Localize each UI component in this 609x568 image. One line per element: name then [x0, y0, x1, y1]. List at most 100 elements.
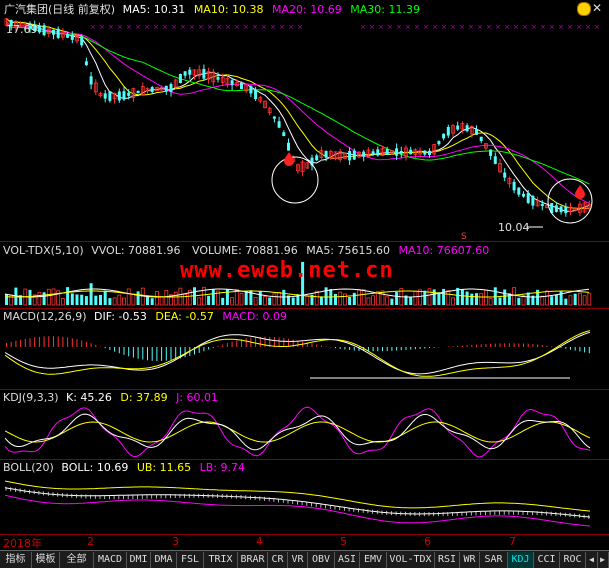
volume-bar	[150, 298, 154, 305]
tab-vol-tdx[interactable]: VOL-TDX	[387, 552, 435, 568]
candle-body	[254, 89, 258, 100]
tab-rsi[interactable]: RSI	[435, 552, 460, 568]
volume-bar	[154, 290, 159, 306]
signal-x-mark: ×	[126, 23, 132, 31]
volume-bar	[75, 294, 79, 305]
tab-dmi[interactable]: DMI	[127, 552, 151, 568]
signal-x-mark: ×	[459, 23, 465, 31]
signal-s-marker: S	[461, 232, 467, 240]
signal-x-mark: ×	[585, 23, 591, 31]
volume-bar	[89, 283, 93, 305]
candle-body	[564, 206, 568, 214]
tab-asi[interactable]: ASI	[335, 552, 360, 568]
tab-wr[interactable]: WR	[460, 552, 480, 568]
signal-x-mark: ×	[153, 23, 159, 31]
volume-bar	[385, 296, 390, 306]
volume-bar	[479, 292, 484, 306]
candle-body	[52, 29, 55, 35]
candle-body	[376, 149, 380, 156]
macd-dif-line	[4, 331, 591, 375]
candle-body	[493, 156, 497, 164]
macd-indicator-name[interactable]: MACD(12,26,9)	[3, 310, 87, 323]
close-icon[interactable]: ✕	[592, 1, 602, 15]
tab-cr[interactable]: CR	[268, 552, 288, 568]
signal-x-mark: ×	[396, 23, 402, 31]
signal-x-mark: ×	[522, 23, 528, 31]
ma30-value: MA30: 11.39	[350, 3, 420, 16]
volume-bar	[99, 294, 102, 305]
volume-bar	[230, 297, 235, 306]
tab-dma[interactable]: DMA	[151, 552, 177, 568]
boll-indicator-name[interactable]: BOLL(20)	[3, 461, 54, 474]
volume-bar	[573, 293, 577, 305]
volume-bar	[51, 288, 56, 306]
signal-x-mark: ×	[207, 23, 213, 31]
signal-x-mark: ×	[540, 23, 546, 31]
volume-bar	[314, 290, 319, 306]
signal-x-mark: ×	[198, 23, 204, 31]
volume-bar	[550, 296, 554, 305]
signal-x-mark: ×	[171, 23, 177, 31]
tab-sar[interactable]: SAR	[480, 552, 508, 568]
macd-chart[interactable]	[0, 325, 609, 388]
volume-bar	[334, 293, 337, 305]
boll-value: BOLL: 10.69	[61, 461, 129, 474]
volume-bar	[66, 287, 70, 305]
candle-body	[409, 149, 413, 155]
tab-brar[interactable]: BRAR	[238, 552, 268, 568]
candle-body	[37, 25, 41, 33]
tab-macd[interactable]: MACD	[94, 552, 127, 568]
signal-x-mark: ×	[432, 23, 438, 31]
options-circle-icon[interactable]	[577, 2, 591, 16]
tab-emv[interactable]: EMV	[360, 552, 387, 568]
candlestick-chart[interactable]: × × × × × × × × × × × × × × × × × × × × × × × × × × × × × × × × × × × × × × × ×…	[0, 18, 609, 240]
volume-indicator-name[interactable]: VOL-TDX(5,10)	[3, 244, 84, 257]
signal-x-mark: ×	[369, 23, 375, 31]
volume-bar	[277, 291, 282, 306]
tab-cci[interactable]: CCI	[534, 552, 560, 568]
volume-bar	[338, 291, 343, 306]
candle-body	[442, 133, 446, 139]
signal-x-mark: ×	[360, 23, 366, 31]
tab-trix[interactable]: TRIX	[204, 552, 238, 568]
candle-body	[287, 142, 290, 151]
tab-vr[interactable]: VR	[288, 552, 308, 568]
signal-x-mark: ×	[234, 23, 240, 31]
boll-chart[interactable]	[0, 476, 609, 533]
indicator-toolbar: 指标 模板 全部 MACD DMI DMA FSL TRIX BRAR CR V…	[0, 550, 609, 568]
candle-body	[127, 92, 131, 96]
tab-template[interactable]: 模板	[32, 552, 60, 568]
candle-body	[108, 91, 112, 101]
volume-bar	[272, 293, 277, 306]
tab-scroll-right-icon[interactable]: ▶	[597, 552, 609, 568]
tab-roc[interactable]: ROC	[560, 552, 586, 568]
volume-bar	[526, 292, 530, 305]
tab-kdj[interactable]: KDJ	[508, 552, 534, 568]
volume-bar	[291, 297, 295, 305]
candle-body	[216, 77, 220, 80]
volume-bar	[253, 296, 258, 306]
kdj-j-line	[4, 406, 591, 458]
tab-all[interactable]: 全部	[60, 552, 94, 568]
volume-bar	[442, 288, 446, 305]
boll-ub-value: UB: 11.65	[136, 461, 192, 474]
time-label: 7	[509, 535, 516, 548]
volume-bar	[578, 292, 582, 306]
tab-fsl[interactable]: FSL	[177, 552, 204, 568]
volume-bar	[366, 297, 371, 306]
candle-body	[456, 125, 460, 130]
candle-body	[479, 136, 483, 142]
candle-body	[150, 87, 154, 92]
tab-obv[interactable]: OBV	[308, 552, 335, 568]
volume-bar	[451, 297, 455, 306]
volume-bar	[357, 288, 361, 306]
vvol-value: VVOL: 70881.96	[91, 244, 181, 257]
signal-x-mark: ×	[144, 23, 150, 31]
volume-bar	[371, 295, 376, 306]
tab-indicator[interactable]: 指标	[0, 552, 32, 568]
signal-x-mark: ×	[108, 23, 114, 31]
boll-header: BOLL(20) BOLL: 10.69 UB: 11.65 LB: 9.74	[3, 460, 245, 476]
kdj-indicator-name[interactable]: KDJ(9,3,3)	[3, 391, 59, 404]
volume-bar	[70, 293, 74, 305]
kdj-chart[interactable]	[0, 406, 609, 458]
